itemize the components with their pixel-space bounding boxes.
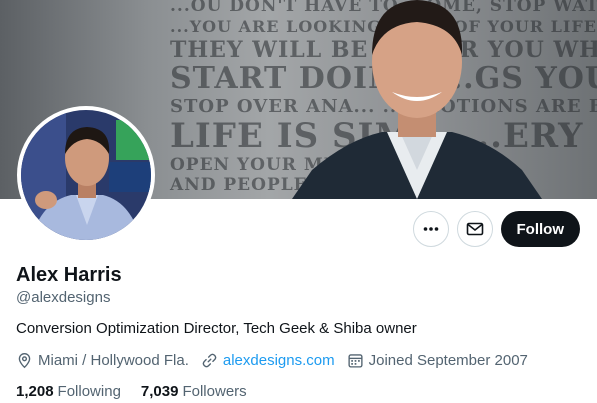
following-count: 1,208: [16, 383, 54, 400]
location-pin-icon: [18, 353, 31, 369]
followers-label: Followers: [182, 383, 247, 400]
more-button[interactable]: [412, 211, 449, 247]
location-item: Miami / Hollywood Fla.: [16, 352, 189, 369]
joined-item: Joined September 2007: [347, 352, 528, 369]
location-text: Miami / Hollywood Fla.: [38, 352, 189, 369]
profile-bio: Conversion Optimization Director, Tech G…: [16, 320, 417, 337]
avatar-photo: [21, 110, 151, 240]
followers-count: 7,039: [140, 383, 179, 400]
website-item: alexdesigns.com: [201, 352, 335, 369]
profile-name: Alex Harris: [16, 264, 122, 286]
profile-avatar[interactable]: [17, 106, 155, 244]
following-link[interactable]: 1,208 Following: [16, 383, 121, 400]
link-icon: [202, 353, 217, 368]
follow-button[interactable]: Follow: [500, 211, 580, 247]
website-link[interactable]: alexdesigns.com: [223, 352, 335, 369]
message-button[interactable]: [456, 211, 493, 247]
banner-photo-person: [292, 0, 542, 199]
following-label: Following: [57, 383, 121, 400]
joined-text: Joined September 2007: [368, 352, 528, 369]
calendar-icon: [348, 354, 363, 368]
profile-meta: Miami / Hollywood Fla. alexdesigns.com J…: [16, 352, 540, 369]
profile-stats: 1,208 Following 7,039 Followers: [16, 383, 267, 400]
followers-link[interactable]: 7,039 Followers: [141, 383, 247, 400]
profile-actions: Follow: [412, 211, 580, 247]
envelope-icon: [466, 222, 483, 236]
profile-handle: @alexdesigns: [16, 289, 111, 306]
more-icon: [423, 227, 438, 231]
